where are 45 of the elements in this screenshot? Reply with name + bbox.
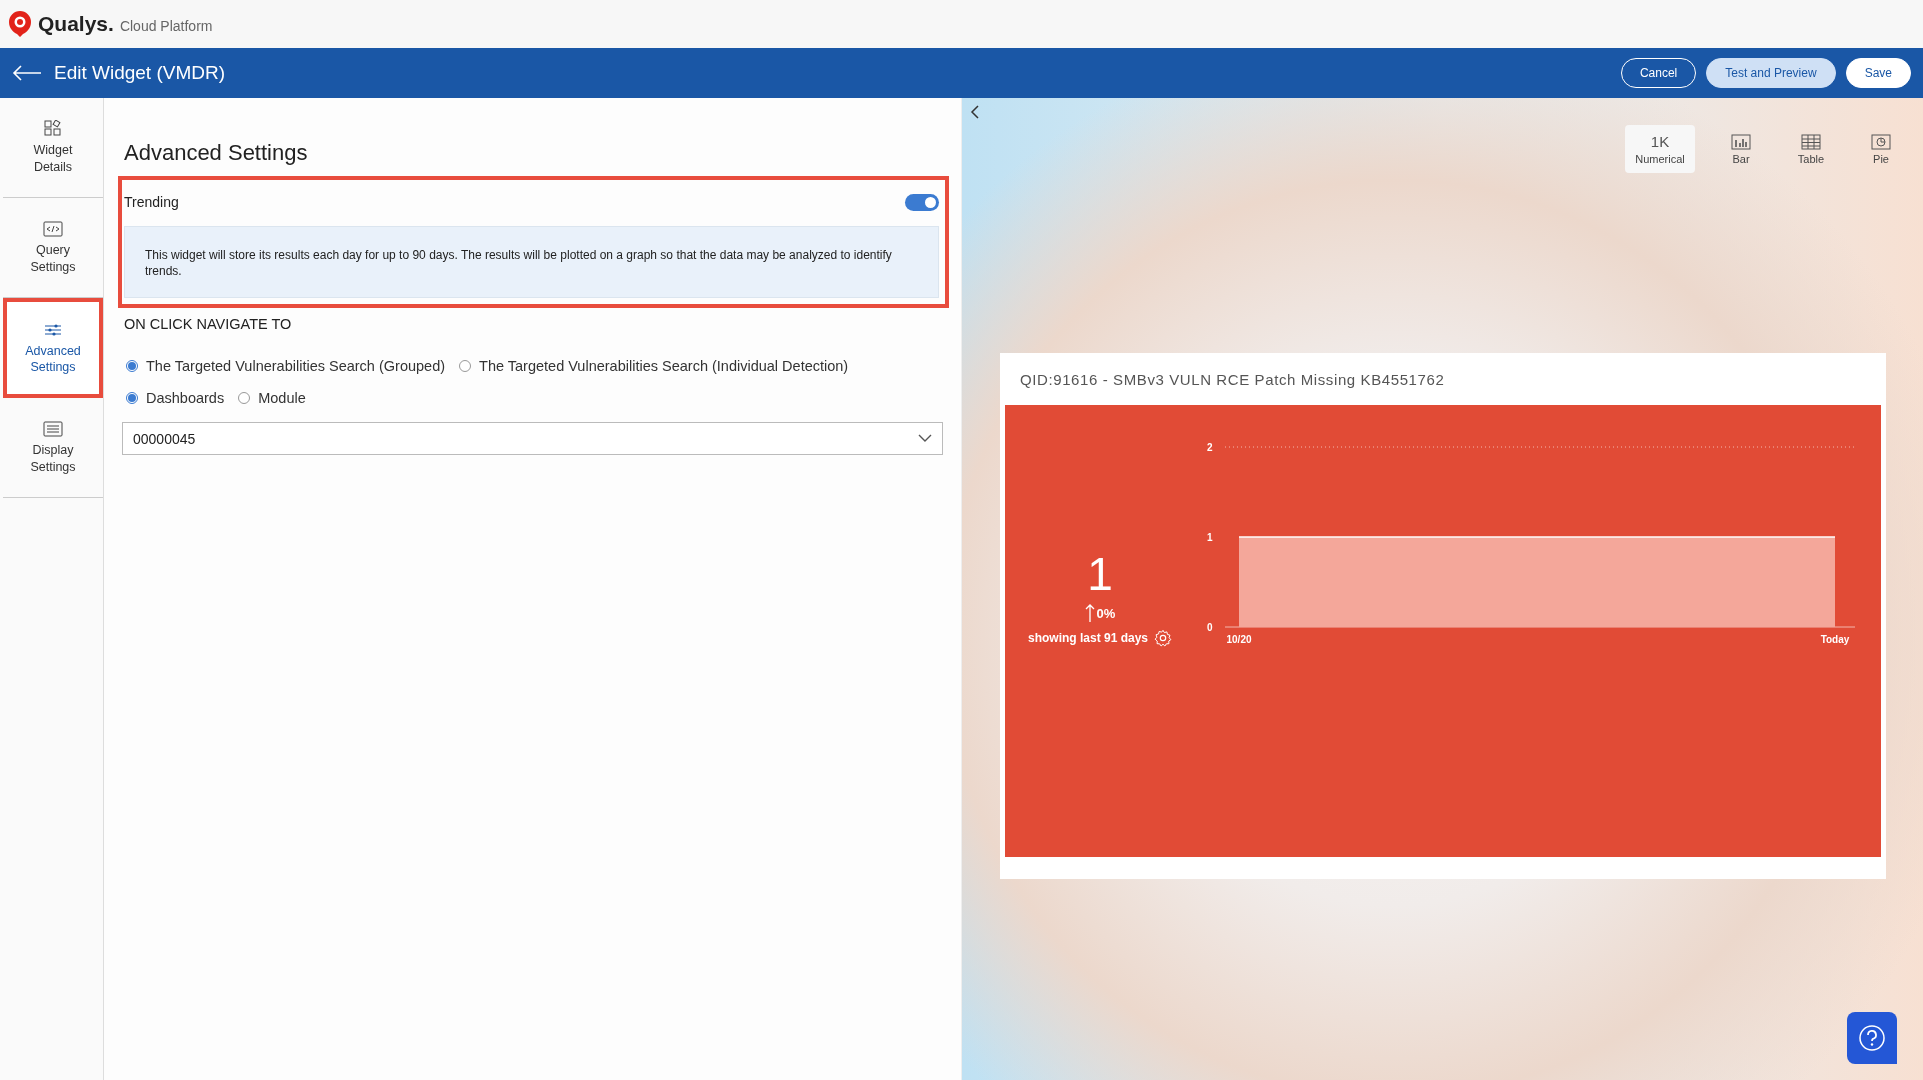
trending-toggle[interactable] — [905, 193, 939, 211]
product-name: Cloud Platform — [119, 18, 213, 34]
up-arrow-icon — [1084, 603, 1095, 623]
page-title: Edit Widget (VMDR) — [54, 62, 227, 84]
sidebar-item[interactable]: Display Settings — [3, 398, 103, 498]
axis-label: 10/20 — [1226, 634, 1252, 645]
chart-type-button[interactable]: Table — [1787, 125, 1835, 173]
setting-label: Trending — [124, 194, 179, 210]
brand-name: Qualys. — [38, 12, 114, 36]
sidebar-item[interactable]: Advanced Settings — [3, 298, 103, 398]
settings-icon[interactable] — [1154, 629, 1172, 647]
header-button[interactable]: Save — [1845, 58, 1911, 88]
radio-option[interactable]: The Targeted Vulnerabilities Search (Grouped) — [126, 358, 446, 375]
section-title: Advanced Settings — [124, 140, 309, 166]
list-icon — [43, 420, 63, 439]
count-value: 1 — [1087, 547, 1113, 601]
axis-label: 0 — [1207, 622, 1213, 633]
axis-label: 2 — [1207, 442, 1213, 453]
radio-option[interactable]: Module — [238, 390, 306, 407]
radio-option[interactable]: Dashboards — [126, 390, 225, 407]
dashboard-dropdown[interactable]: 00000045 — [122, 422, 943, 456]
help-icon — [1858, 1024, 1886, 1052]
bar-chart-icon — [1731, 133, 1751, 150]
axis-label: 1 — [1207, 532, 1213, 543]
axis-label: Today — [1820, 634, 1850, 645]
back-arrow-icon[interactable] — [12, 64, 42, 82]
period-label: showing last 91 days — [1027, 631, 1148, 645]
help-button[interactable] — [1847, 1012, 1897, 1064]
chart-type-button[interactable]: Bar — [1717, 125, 1765, 173]
chevron-down-icon — [918, 434, 932, 444]
widget-title: QID:91616 - SMBv3 VULN RCE Patch Missing KB4551762 — [1019, 369, 1446, 390]
pie-chart-icon — [1871, 133, 1891, 150]
section-heading: ON CLICK NAVIGATE TO — [124, 316, 293, 333]
info-note: This widget will store its results each day for up to 90 days. The results will be plotted on a graph so that the data may be analyzed to identify trends. — [124, 226, 939, 299]
chart-type-button[interactable]: 1K Numerical — [1625, 125, 1695, 173]
widgets-icon — [43, 120, 63, 139]
chart-type-button[interactable]: Pie — [1857, 125, 1905, 173]
trend-value: 0% — [1096, 605, 1116, 621]
collapse-icon[interactable] — [968, 104, 982, 120]
code-icon — [43, 220, 63, 239]
sidebar-item[interactable]: Widget Details — [3, 98, 103, 198]
logo-icon — [8, 10, 32, 38]
radio-option[interactable]: The Targeted Vulnerabilities Search (Individual Detection) — [459, 358, 849, 375]
table-icon — [1801, 133, 1821, 150]
header-button[interactable]: Test and Preview — [1706, 58, 1836, 88]
